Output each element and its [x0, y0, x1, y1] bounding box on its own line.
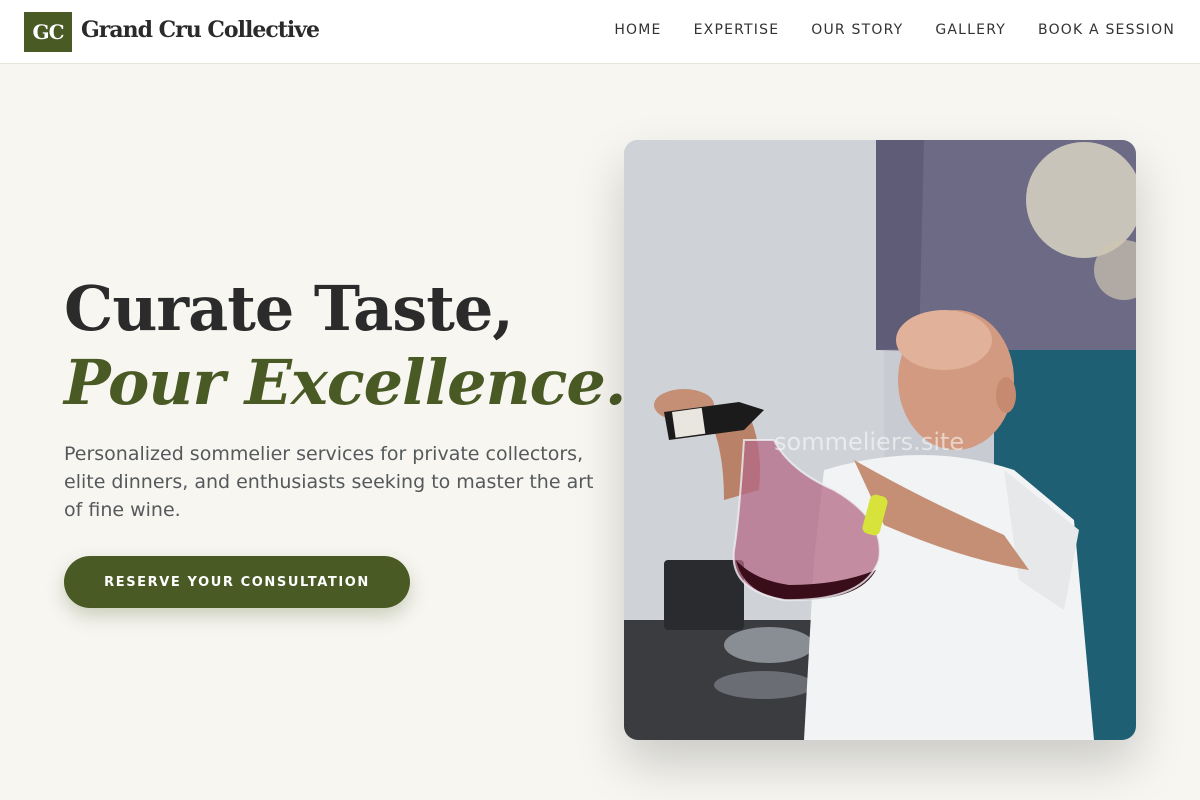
headline-line-1: Curate Taste,	[64, 272, 514, 345]
main-nav: HOME EXPERTISE OUR STORY GALLERY BOOK A …	[614, 22, 1175, 38]
brand-name[interactable]: Grand Cru Collective	[81, 17, 320, 43]
nav-gallery[interactable]: GALLERY	[935, 22, 1006, 38]
nav-expertise[interactable]: EXPERTISE	[694, 22, 780, 38]
reserve-consultation-button[interactable]: RESERVE YOUR CONSULTATION	[64, 556, 410, 608]
image-watermark: sommeliers.site	[774, 428, 965, 456]
site-header: GC Grand Cru Collective HOME EXPERTISE O…	[0, 0, 1200, 64]
nav-our-story[interactable]: OUR STORY	[811, 22, 903, 38]
nav-book-a-session[interactable]: BOOK A SESSION	[1038, 22, 1175, 38]
hero-headline: Curate Taste, Pour Excellence.	[64, 270, 626, 419]
hero-subtext: Personalized sommelier services for priv…	[64, 443, 594, 521]
headline-line-2: Pour Excellence.	[64, 346, 626, 419]
nav-home[interactable]: HOME	[614, 22, 661, 38]
hero-photo: sommeliers.site	[624, 140, 1136, 740]
logo-mark[interactable]: GC	[24, 12, 72, 52]
